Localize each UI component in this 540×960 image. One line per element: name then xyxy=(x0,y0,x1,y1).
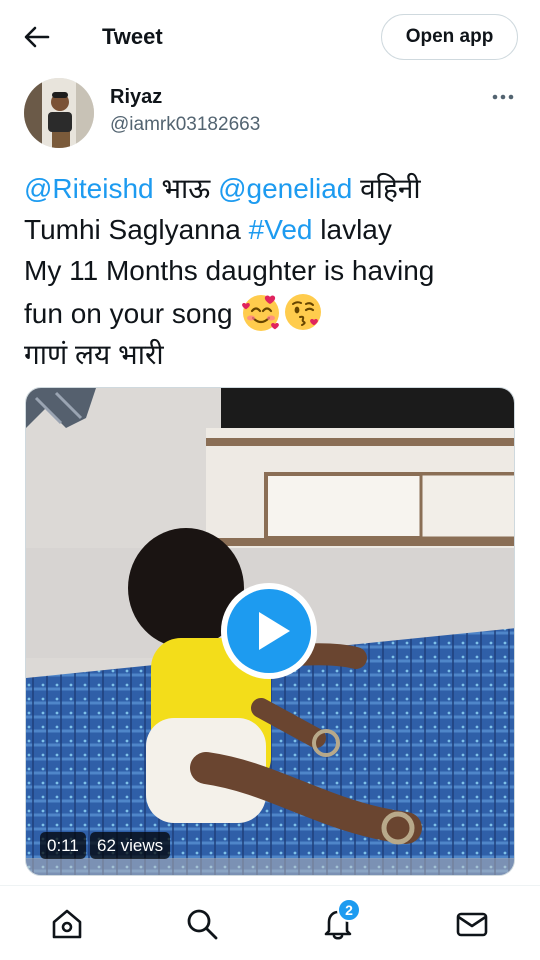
tweet-text-segment: वहिनी xyxy=(352,173,421,204)
video-views: 62 views xyxy=(90,832,171,859)
tweet-line-5: गाणं लय भारी xyxy=(24,339,164,370)
nav-search[interactable] xyxy=(180,902,224,946)
nav-home[interactable] xyxy=(45,902,89,946)
tweet-text-segment: Tumhi Saglyanna xyxy=(24,214,249,245)
tweet-line-4: fun on your song xyxy=(24,291,524,334)
hashtag-ved[interactable]: #Ved xyxy=(249,214,313,245)
avatar-image xyxy=(24,78,94,148)
more-horizontal-icon xyxy=(492,94,514,100)
page-title: Tweet xyxy=(102,24,163,49)
nav-messages[interactable] xyxy=(450,902,494,946)
tweet-line-1: @Riteishd भाऊ @geneliad वहिनी xyxy=(24,168,524,209)
notification-count-badge: 2 xyxy=(337,898,361,922)
mention-geneliad[interactable]: @geneliad xyxy=(218,173,352,204)
play-icon xyxy=(221,583,317,679)
tweet-text-segment: lavlay xyxy=(312,214,392,245)
tweet-line-3: My 11 Months daughter is having xyxy=(24,255,435,286)
back-arrow-icon xyxy=(24,26,50,48)
avatar[interactable] xyxy=(24,78,94,148)
tweet-text-segment: भाऊ xyxy=(153,173,219,204)
author-handle[interactable]: @iamrk03182663 xyxy=(110,114,260,136)
tweet-line-2: Tumhi Saglyanna #Ved lavlay xyxy=(24,209,524,250)
tweet-text: @Riteishd भाऊ @geneliad वहिनी Tumhi Sagl… xyxy=(24,168,524,375)
author-name[interactable]: Riyaz xyxy=(110,86,162,109)
video-duration: 0:11 xyxy=(40,832,86,859)
mention-riteishd[interactable]: @Riteishd xyxy=(24,173,154,204)
smiling-face-with-hearts-icon xyxy=(242,295,280,331)
home-icon xyxy=(52,909,82,939)
bottom-nav: 2 xyxy=(0,885,540,960)
open-app-button[interactable]: Open app xyxy=(381,14,518,60)
top-bar: Tweet Open app xyxy=(0,0,540,74)
tweet-text-segment: fun on your song xyxy=(24,298,241,329)
more-button[interactable] xyxy=(488,84,518,110)
back-button[interactable] xyxy=(20,22,54,52)
search-icon xyxy=(187,909,218,940)
mail-icon xyxy=(456,912,488,937)
face-blowing-kiss-icon xyxy=(285,294,322,330)
play-button[interactable] xyxy=(219,581,319,681)
